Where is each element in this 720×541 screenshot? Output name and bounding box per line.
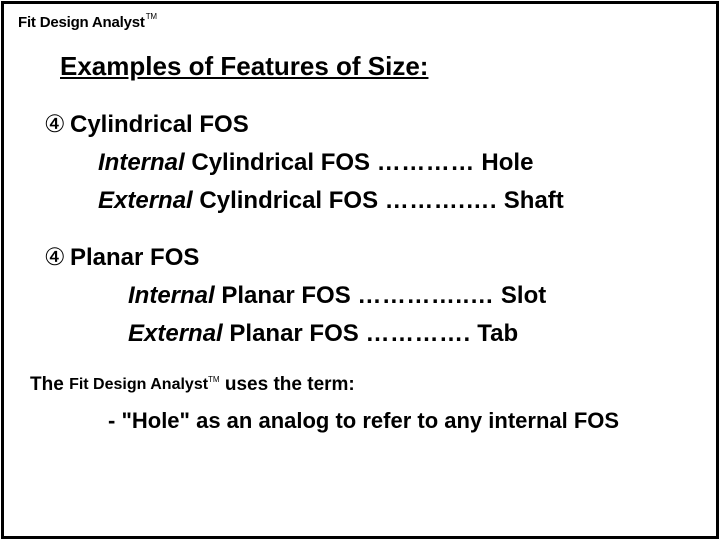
section-planar-heading: Planar FOS [70,244,199,271]
row-cyl-external: External Cylindrical FOS ……….…. Shaft [98,187,694,215]
term-suffix: uses the term: [220,374,355,395]
row-cyl-internal: Internal Cylindrical FOS ………… Hole [98,149,694,177]
section-cylindrical: ④Cylindrical FOS [44,110,694,139]
label-internal: Internal [98,149,185,176]
text-planar-external: Planar FOS [223,320,366,347]
brand-header: Fit Design AnalystTM [18,14,694,31]
value-slot: Slot [494,282,546,309]
leader-dots: …………..… [357,282,494,309]
brand-name: Fit Design Analyst [18,14,145,31]
label-external: External [98,187,193,214]
label-internal: Internal [128,282,215,309]
leader-dots: …………. [365,320,470,347]
value-shaft: Shaft [497,187,564,214]
text-planar-internal: Planar FOS [215,282,358,309]
leader-dots: ………… [377,149,475,176]
analog-line: - "Hole" as an analog to refer to any in… [108,408,694,434]
term-prefix: The [30,374,69,395]
brand-inline: Fit Design Analyst [69,376,208,393]
leader-dots: ……….…. [385,187,497,214]
value-tab: Tab [471,320,519,347]
slide-title: Examples of Features of Size: [60,51,694,82]
text-cyl-internal: Cylindrical FOS [185,149,377,176]
circled-four-icon: ④ [44,243,70,272]
trademark-icon: TM [208,375,220,384]
value-hole: Hole [475,149,534,176]
circled-four-icon: ④ [44,110,70,139]
term-line: The Fit Design AnalystTM uses the term: [30,374,694,396]
trademark-icon: TM [146,12,157,21]
section-cylindrical-heading: Cylindrical FOS [70,111,249,138]
slide-page: Fit Design AnalystTM Examples of Feature… [1,1,719,539]
row-planar-external: External Planar FOS …………. Tab [128,320,694,348]
row-planar-internal: Internal Planar FOS …………..… Slot [128,282,694,310]
label-external: External [128,320,223,347]
section-planar: ④Planar FOS [44,243,694,272]
text-cyl-external: Cylindrical FOS [193,187,385,214]
